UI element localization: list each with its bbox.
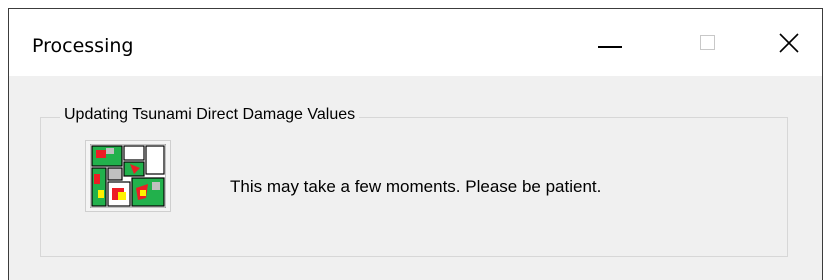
close-button[interactable] <box>748 9 824 76</box>
window-title: Processing <box>32 35 134 57</box>
progress-group: Updating Tsunami Direct Damage Values Th… <box>40 106 788 257</box>
close-icon <box>779 33 799 53</box>
minimize-button[interactable] <box>572 9 660 76</box>
title-bar[interactable]: Processing <box>9 9 822 76</box>
processing-dialog: Processing Updating Tsunami Direct Damag… <box>8 8 823 280</box>
minimize-icon <box>598 46 622 48</box>
maximize-button[interactable] <box>660 9 748 76</box>
group-label: Updating Tsunami Direct Damage Values <box>60 106 360 124</box>
status-message: This may take a few moments. Please be p… <box>230 177 602 196</box>
processing-map-icon <box>85 140 171 212</box>
maximize-icon <box>700 35 715 50</box>
